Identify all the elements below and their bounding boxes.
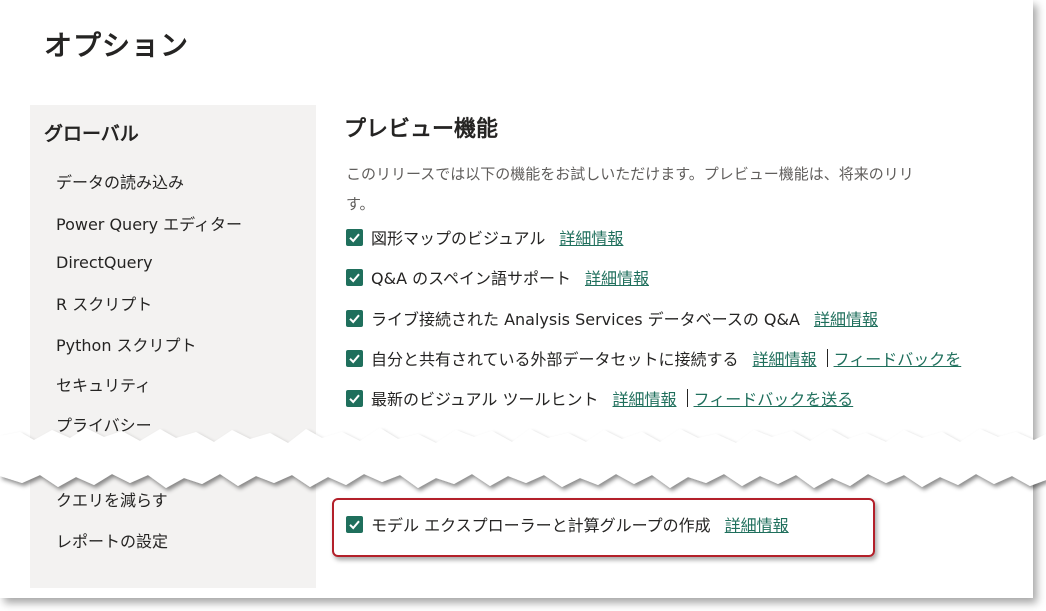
learn-more-link[interactable]: 詳細情報 [753,346,817,370]
learn-more-link[interactable]: 詳細情報 [613,386,677,410]
section-title: プレビュー機能 [344,117,499,142]
feature-row: 最新のビジュアル ツールヒント 詳細情報 フィードバックを送る [346,385,853,411]
checkmark-icon [349,314,360,323]
feature-checkbox[interactable] [346,268,363,286]
dialog-title: オプション [44,29,190,62]
description-line-2: す。 [346,195,375,213]
feature-checkbox[interactable] [346,349,363,367]
learn-more-link[interactable]: 詳細情報 [559,225,623,249]
sidebar: グローバル データの読み込み Power Query エディター DirectQ… [30,105,316,588]
highlight-box [332,498,875,557]
learn-more-link[interactable]: 詳細情報 [585,265,649,289]
sidebar-item-r-script[interactable]: R スクリプト [56,291,152,315]
separator [826,349,828,367]
checkmark-icon [349,233,360,242]
separator [686,389,688,407]
feature-checkbox[interactable] [346,309,363,327]
sidebar-item-power-query-editor[interactable]: Power Query エディター [56,211,242,235]
feedback-link[interactable]: フィードバックを [834,346,962,370]
feature-checkbox[interactable] [346,228,363,246]
sidebar-item-data-load[interactable]: データの読み込み [56,169,184,193]
description: このリリースでは以下の機能をお試しいただけます。プレビュー機能は、将来のリリ す… [346,159,1033,219]
feature-row: 自分と共有されている外部データセットに接続する 詳細情報 フィードバックを [346,345,961,371]
feature-label: 自分と共有されている外部データセットに接続する [371,350,739,369]
learn-more-link[interactable]: 詳細情報 [814,306,878,330]
feedback-link[interactable]: フィードバックを送る [694,386,854,410]
checkmark-icon [349,273,360,282]
torn-edge-graphic [0,428,1046,488]
sidebar-item-directquery[interactable]: DirectQuery [56,253,153,272]
feature-label: 図形マップのビジュアル [371,229,546,248]
feature-label: ライブ接続された Analysis Services データベースの Q&A [371,310,800,329]
checkmark-icon [349,394,360,403]
feature-label: Q&A のスペイン語サポート [371,269,571,288]
description-line-1: このリリースでは以下の機能をお試しいただけます。プレビュー機能は、将来のリリ [346,165,914,183]
options-dialog: オプション グローバル データの読み込み Power Query エディター D… [0,0,1033,598]
checkmark-icon [349,354,360,363]
feature-checkbox[interactable] [346,389,363,407]
feature-row: ライブ接続された Analysis Services データベースの Q&A 詳… [346,305,878,331]
feature-label: 最新のビジュアル ツールヒント [371,390,599,409]
feature-row: Q&A のスペイン語サポート 詳細情報 [346,264,649,290]
feature-row: 図形マップのビジュアル 詳細情報 [346,224,623,250]
sidebar-header-global: グローバル [44,123,139,145]
sidebar-item-python-script[interactable]: Python スクリプト [56,332,197,356]
sidebar-item-report-settings[interactable]: レポートの設定 [56,528,168,552]
sidebar-item-security[interactable]: セキュリティ [56,372,151,396]
